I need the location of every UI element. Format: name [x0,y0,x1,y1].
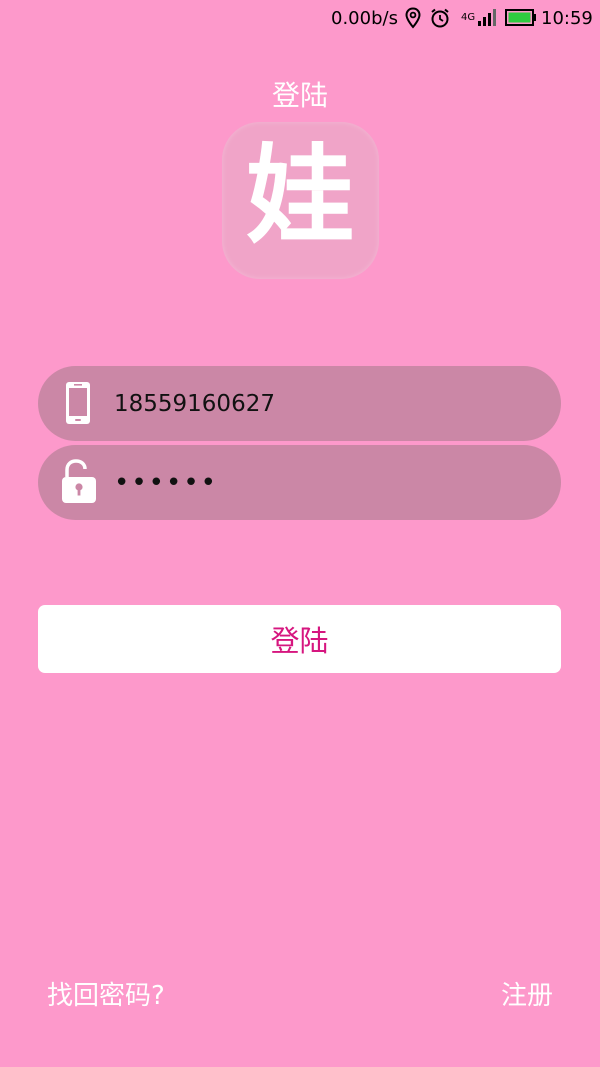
logo-text: 娃 [246,133,355,259]
password-input[interactable] [114,445,534,520]
login-button[interactable]: 登陆 [38,605,561,673]
register-link[interactable]: 注册 [501,975,553,1012]
forgot-password-link[interactable]: 找回密码? [47,975,165,1012]
location-icon [405,7,421,29]
page-title: 登陆 [271,79,328,112]
phone-icon [66,382,90,424]
clock: 10:59 [541,8,593,29]
status-bar: 0.00b/s 4G 10:59 [0,0,600,36]
battery-icon [505,9,536,26]
network-type: 4G [461,12,476,23]
network-speed: 0.00b/s [331,8,398,29]
app-logo: 娃 [222,122,379,279]
alarm-icon [431,8,449,28]
signal-icon [478,9,496,26]
password-field[interactable] [38,445,561,520]
phone-input[interactable] [114,366,534,441]
phone-field[interactable] [38,366,561,441]
lock-icon [62,459,96,503]
